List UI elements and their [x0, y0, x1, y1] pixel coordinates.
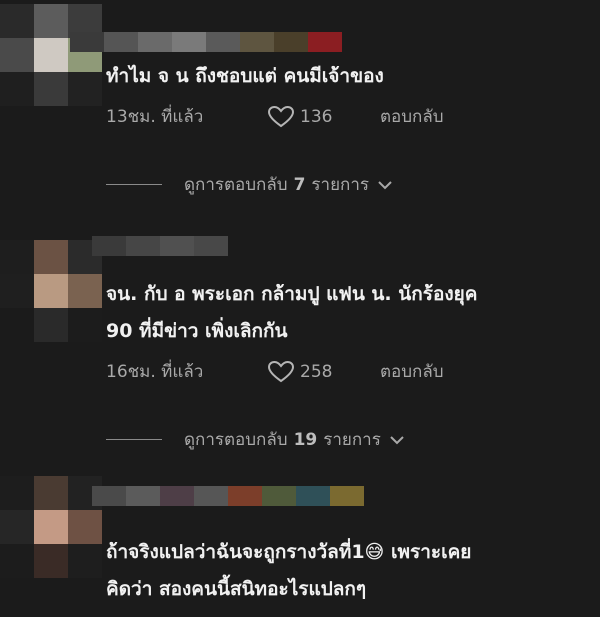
- comment-text: ทำไม จ น ถึงชอบแต่ คนมีเจ้าของ: [106, 65, 384, 87]
- heart-outline-icon: [268, 360, 294, 382]
- reply-button[interactable]: ตอบกลับ: [380, 103, 444, 130]
- avatar[interactable]: [0, 476, 102, 578]
- timestamp: 13ชม. ที่แล้ว: [106, 107, 204, 127]
- chevron-down-icon: [378, 180, 392, 189]
- avatar[interactable]: [0, 240, 102, 342]
- chevron-down-icon: [390, 435, 404, 444]
- comment-1: ทำไม จ น ถึงชอบแต่ คนมีเจ้าของ 13ชม. ที่…: [0, 0, 600, 210]
- comment-2: จน. กับ อ พระเอก กล้ามปู แฟน น. นักร้องย…: [0, 236, 600, 466]
- like-count: 258: [300, 361, 333, 382]
- view-replies-button[interactable]: ดูการตอบกลับ 19 รายการ: [106, 426, 405, 453]
- avatar[interactable]: [0, 4, 102, 106]
- reply-count: 7: [293, 174, 306, 195]
- timestamp: 16ชม. ที่แล้ว: [106, 362, 204, 382]
- heart-outline-icon: [268, 105, 294, 127]
- username-blurred[interactable]: [92, 486, 364, 506]
- view-replies-suffix: รายการ: [323, 430, 381, 450]
- view-replies-label: ดูการตอบกลับ: [184, 430, 288, 450]
- like-button[interactable]: 136: [268, 105, 380, 128]
- username-blurred[interactable]: [70, 32, 342, 52]
- view-replies-suffix: รายการ: [311, 175, 370, 195]
- username-blurred[interactable]: [92, 236, 228, 256]
- like-button[interactable]: 258: [268, 360, 380, 383]
- view-replies-button[interactable]: ดูการตอบกลับ 7 รายการ: [106, 171, 393, 198]
- view-replies-label: ดูการตอบกลับ: [184, 175, 288, 195]
- reply-count: 19: [293, 429, 318, 450]
- comment-meta: 16ชม. ที่แล้ว 258 ตอบกลับ: [106, 358, 444, 385]
- divider: [106, 184, 162, 185]
- divider: [106, 439, 162, 440]
- comment-text: จน. กับ อ พระเอก กล้ามปู แฟน น. นักร้องย…: [106, 283, 478, 342]
- comment-3: ถ้าจริงแปลว่าฉันจะถูกรางวัลที่1😅 เพราะเค…: [0, 476, 600, 617]
- reply-button[interactable]: ตอบกลับ: [380, 358, 444, 385]
- comment-text: ถ้าจริงแปลว่าฉันจะถูกรางวัลที่1😅 เพราะเค…: [106, 541, 472, 600]
- like-count: 136: [300, 106, 333, 127]
- comment-meta: 13ชม. ที่แล้ว 136 ตอบกลับ: [106, 103, 444, 130]
